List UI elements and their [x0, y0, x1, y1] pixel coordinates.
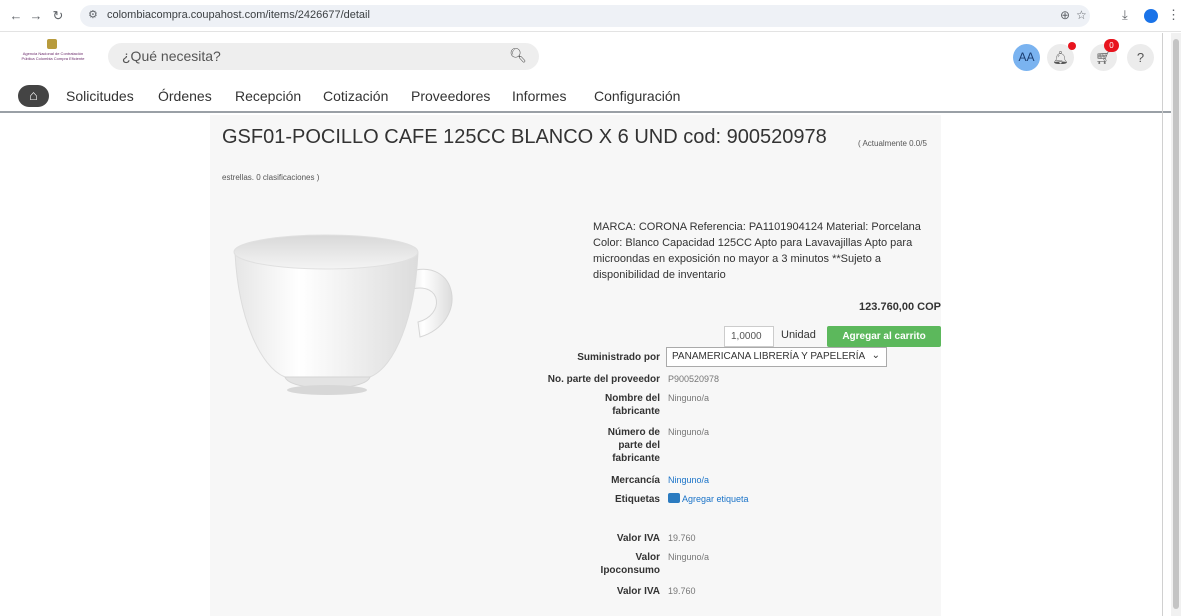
add-to-cart-button[interactable]: Agregar al carrito	[827, 326, 941, 347]
search-bar[interactable]: ¿Qué necesita? 🔍︎	[108, 43, 539, 70]
app-header: Agencia Nacional de Contratación Pública…	[0, 33, 1181, 113]
menu-item-configuracion[interactable]: Configuración	[594, 88, 680, 104]
add-tag-link[interactable]: Agregar etiqueta	[668, 493, 749, 506]
supplier-label: Suministrado por	[577, 352, 660, 363]
product-description: MARCA: CORONA Referencia: PA1101904124 M…	[593, 221, 921, 281]
browser-toolbar: ← → ↻ ⚙ colombiacompra.coupahost.com/ite…	[0, 0, 1181, 32]
commodity-label: Mercancía	[611, 475, 660, 486]
menu-item-recepcion[interactable]: Recepción	[235, 88, 301, 104]
address-bar[interactable]: ⚙ colombiacompra.coupahost.com/items/242…	[80, 5, 1090, 27]
page-scrollbar[interactable]	[1171, 33, 1181, 616]
main-menu: ⌂ Solicitudes Órdenes Recepción Cotizaci…	[0, 85, 1181, 111]
site-settings-icon[interactable]: ⚙	[88, 8, 98, 21]
bell-icon: 🔔︎	[1052, 50, 1069, 65]
menu-item-cotizacion[interactable]: Cotización	[323, 88, 388, 104]
right-divider	[1162, 33, 1163, 616]
manufacturer-part-value: Ninguno/a	[668, 427, 710, 437]
manufacturer-name-value: Ninguno/a	[668, 393, 710, 403]
product-title: GSF01-POCILLO CAFE 125CC BLANCO X 6 UND …	[222, 126, 827, 148]
chevron-down-icon: ⌄	[871, 350, 880, 361]
reload-icon[interactable]: ↻	[50, 8, 66, 24]
supplier-part-label: No. parte del proveedor	[547, 374, 660, 385]
rating-text: ( Actualmente 0.0/5	[858, 139, 927, 148]
more-menu-icon[interactable]: ⋮	[1167, 7, 1180, 23]
back-icon[interactable]: ←	[8, 8, 24, 24]
consumption-tax-value: Ninguno/a	[668, 552, 710, 562]
profile-icon[interactable]	[1144, 9, 1158, 23]
tags-label: Etiquetas	[614, 494, 660, 505]
bookmark-star-icon[interactable]: ☆	[1076, 8, 1087, 22]
menu-item-informes[interactable]: Informes	[512, 88, 566, 104]
cart-icon: 🛒︎	[1095, 50, 1112, 65]
coat-of-arms-icon	[47, 39, 57, 49]
help-button[interactable]: ?	[1127, 44, 1154, 71]
url-text[interactable]: colombiacompra.coupahost.com/items/24266…	[107, 9, 370, 21]
scrollbar-thumb[interactable]	[1173, 39, 1179, 609]
quantity-input[interactable]: 1,0000	[724, 326, 774, 347]
commodity-value[interactable]: Ninguno/a	[668, 474, 709, 487]
menu-item-proveedores[interactable]: Proveedores	[411, 88, 490, 104]
consumption-tax-label: Valor Ipoconsumo	[600, 552, 660, 576]
user-avatar[interactable]: AA	[1013, 44, 1040, 71]
home-button[interactable]: ⌂	[18, 85, 49, 107]
unit-label: Unidad	[781, 329, 816, 341]
supplier-select[interactable]: PANAMERICANA LIBRERÍA Y PAPELERÍA ⌄	[666, 347, 887, 367]
vat-value: 19.760	[668, 533, 696, 543]
product-detail-panel: GSF01-POCILLO CAFE 125CC BLANCO X 6 UND …	[210, 115, 941, 616]
cart-count-badge: 0	[1104, 39, 1119, 52]
menu-item-solicitudes[interactable]: Solicitudes	[66, 88, 134, 104]
forward-icon[interactable]: →	[28, 8, 44, 24]
rating-text-continued: estrellas. 0 clasificaciones )	[222, 173, 320, 182]
home-icon: ⌂	[29, 87, 38, 103]
manufacturer-part-label: Número de parte del fabricante	[607, 427, 660, 464]
add-tag-text: Agregar etiqueta	[682, 494, 749, 504]
vat-label: Valor IVA	[616, 533, 660, 544]
zoom-icon[interactable]: ⊕	[1060, 8, 1070, 22]
product-price: 123.760,00 COP	[859, 301, 941, 313]
search-input[interactable]: ¿Qué necesita?	[122, 48, 221, 64]
supplier-part-value: P900520978	[668, 374, 720, 384]
supplier-value: PANAMERICANA LIBRERÍA Y PAPELERÍA	[672, 351, 866, 362]
tag-icon	[668, 493, 680, 503]
manufacturer-name-label: Nombre del fabricante	[604, 393, 660, 417]
vat-value-2: 19.760	[668, 586, 696, 596]
product-image	[233, 234, 453, 395]
logo-text: Agencia Nacional de Contratación Pública…	[21, 51, 85, 61]
vat-label-2: Valor IVA	[616, 586, 660, 597]
search-icon[interactable]: 🔍︎	[509, 47, 527, 64]
agency-logo[interactable]: Agencia Nacional de Contratación Pública…	[18, 39, 88, 77]
download-icon[interactable]: ⤓	[1122, 7, 1128, 23]
notification-dot	[1068, 42, 1076, 50]
menu-item-ordenes[interactable]: Órdenes	[158, 88, 212, 104]
